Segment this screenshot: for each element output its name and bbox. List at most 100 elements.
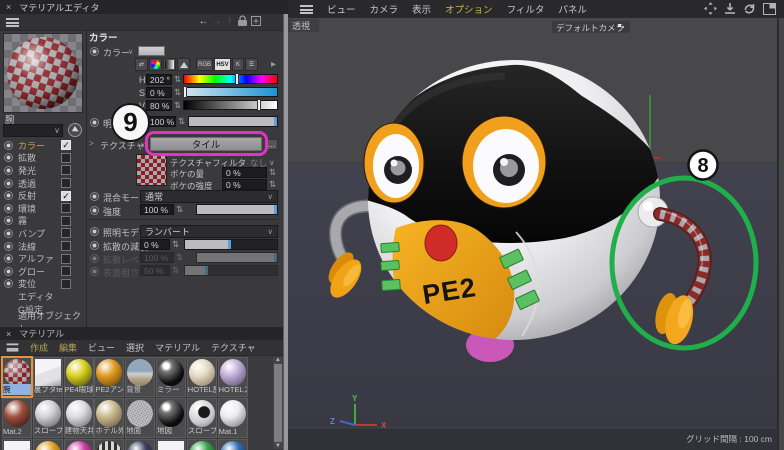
mix-mode-dropdown[interactable]: 通常∨	[140, 190, 278, 203]
material-item-0-6[interactable]: HOTEL屋	[187, 357, 217, 397]
material-thumbnail[interactable]	[158, 359, 184, 386]
channel-label[interactable]: 発光	[18, 164, 36, 177]
channel-row-2[interactable]: 発光	[0, 164, 86, 177]
material-thumbnail[interactable]	[189, 400, 215, 427]
viewport-menu-1[interactable]: カメラ	[370, 2, 399, 16]
material-thumbnail[interactable]	[127, 359, 153, 386]
viewport-menu-0[interactable]: ビュー	[327, 2, 356, 16]
channel-row-7[interactable]: バンプ	[0, 227, 86, 240]
browser-tab-4[interactable]: マテリアル	[155, 341, 200, 354]
browser-tab-5[interactable]: テクスチャ	[211, 341, 256, 354]
material-item-0-0[interactable]: 腕	[2, 357, 32, 397]
hsv-mode-button[interactable]: HSV	[214, 58, 231, 71]
blur-strength-spinner[interactable]: ⇅	[269, 179, 276, 190]
color-wheel-icon[interactable]	[149, 58, 162, 71]
material-item-1-4[interactable]: 地面	[125, 398, 155, 438]
material-thumbnail[interactable]	[35, 441, 61, 450]
channel-radio[interactable]	[4, 216, 13, 225]
channel-label[interactable]: グロー	[18, 265, 45, 278]
channel-checkbox[interactable]	[61, 203, 71, 213]
material-item-2-5[interactable]	[156, 439, 186, 450]
up-icon[interactable]: ↑	[223, 17, 236, 27]
material-item-1-1[interactable]: スロープ	[33, 398, 63, 438]
channel-radio[interactable]	[4, 166, 13, 175]
material-thumbnail[interactable]	[35, 400, 61, 427]
channel-checkbox[interactable]: ✓	[61, 140, 71, 150]
material-thumbnail[interactable]	[66, 441, 92, 450]
scroll-down-icon[interactable]: ▼	[275, 443, 281, 449]
dock-icon[interactable]	[249, 16, 262, 29]
scrollbar-thumb[interactable]	[274, 364, 282, 442]
channel-row-9[interactable]: アルファ	[0, 252, 86, 265]
material-item-2-6[interactable]	[187, 439, 217, 450]
k-mode-button[interactable]: K	[232, 58, 244, 71]
material-item-1-2[interactable]: 建物天井	[64, 398, 94, 438]
channel-row-0[interactable]: カラー✓	[0, 139, 86, 152]
material-grid-scrollbar[interactable]: ▲ ▼	[273, 357, 283, 449]
dolly-icon[interactable]	[724, 2, 736, 15]
hue-slider[interactable]	[183, 74, 278, 84]
menu-icon[interactable]	[6, 18, 19, 27]
channel-label[interactable]: アルファ	[18, 252, 54, 265]
texture-dropdown-icon[interactable]: ∨	[140, 140, 146, 149]
material-thumbnail[interactable]	[35, 359, 61, 386]
channel-row-4[interactable]: 反射✓	[0, 189, 86, 202]
material-thumbnail[interactable]	[96, 400, 122, 427]
channel-row-10[interactable]: グロー	[0, 265, 86, 278]
texture-thumbnail[interactable]	[136, 154, 167, 186]
pick-material-button[interactable]	[68, 123, 82, 137]
image-icon[interactable]	[177, 58, 190, 71]
color-swatch[interactable]	[138, 46, 165, 56]
material-thumbnail[interactable]	[189, 441, 215, 450]
channel-radio[interactable]	[4, 141, 13, 150]
material-item-0-3[interactable]: PE2アンテ	[94, 357, 124, 397]
channel-label[interactable]: 反射	[18, 189, 36, 202]
channel-radio[interactable]	[4, 279, 13, 288]
pan-icon[interactable]	[704, 2, 717, 15]
channel-extra-0[interactable]: エディタ	[0, 290, 86, 303]
material-thumbnail[interactable]	[4, 400, 30, 427]
texture-expander-icon[interactable]: >	[89, 139, 94, 148]
value-slider[interactable]	[183, 100, 278, 110]
channel-checkbox[interactable]	[61, 241, 71, 251]
projection-label[interactable]: 透視	[292, 20, 310, 31]
material-thumbnail[interactable]	[220, 359, 246, 386]
material-thumbnail[interactable]	[158, 441, 184, 450]
material-item-2-2[interactable]	[64, 439, 94, 450]
channel-checkbox[interactable]	[61, 279, 71, 289]
browser-tab-2[interactable]: ビュー	[88, 341, 115, 354]
channel-row-6[interactable]: 霧	[0, 215, 86, 228]
toggle-view-icon[interactable]	[763, 3, 776, 15]
blur-strength-value[interactable]: 0 %	[222, 179, 267, 190]
channel-extra-label[interactable]: エディタ	[18, 290, 53, 303]
material-item-1-6[interactable]: スロープ手	[187, 398, 217, 438]
browser-tab-1[interactable]: 編集	[59, 341, 77, 354]
strength-slider[interactable]	[196, 204, 278, 215]
browser-tab-0[interactable]: 作成	[30, 341, 48, 354]
channel-row-11[interactable]: 変位	[0, 278, 86, 291]
back-icon[interactable]: ←	[197, 17, 210, 27]
material-thumbnail[interactable]	[66, 359, 92, 386]
diffuse-falloff-spinner[interactable]: ⇅	[172, 239, 179, 250]
viewport-menu-5[interactable]: パネル	[558, 2, 587, 16]
channel-checkbox[interactable]	[61, 165, 71, 175]
material-thumbnail[interactable]	[158, 400, 184, 427]
brightness-spinner[interactable]: ⇅	[178, 116, 185, 127]
mix-mode-radio[interactable]	[90, 192, 99, 201]
channel-checkbox[interactable]	[61, 178, 71, 188]
material-thumbnail[interactable]	[189, 359, 215, 386]
blur-amount-spinner[interactable]: ⇅	[269, 167, 276, 178]
channel-row-3[interactable]: 透過	[0, 177, 86, 190]
material-item-1-7[interactable]: Mat.1	[218, 398, 248, 438]
material-item-0-7[interactable]: HOTELス	[218, 357, 248, 397]
material-item-2-3[interactable]	[94, 439, 124, 450]
value-value[interactable]: 80 %	[146, 100, 172, 111]
material-item-2-4[interactable]	[125, 439, 155, 450]
channel-label[interactable]: バンプ	[18, 227, 45, 240]
channel-radio[interactable]	[4, 229, 13, 238]
material-item-0-5[interactable]: ミラー	[156, 357, 186, 397]
material-item-0-2[interactable]: PE4眼球	[64, 357, 94, 397]
material-thumbnail[interactable]	[66, 400, 92, 427]
value-spinner[interactable]: ⇅	[174, 100, 181, 111]
diffuse-falloff-radio[interactable]	[90, 241, 99, 250]
